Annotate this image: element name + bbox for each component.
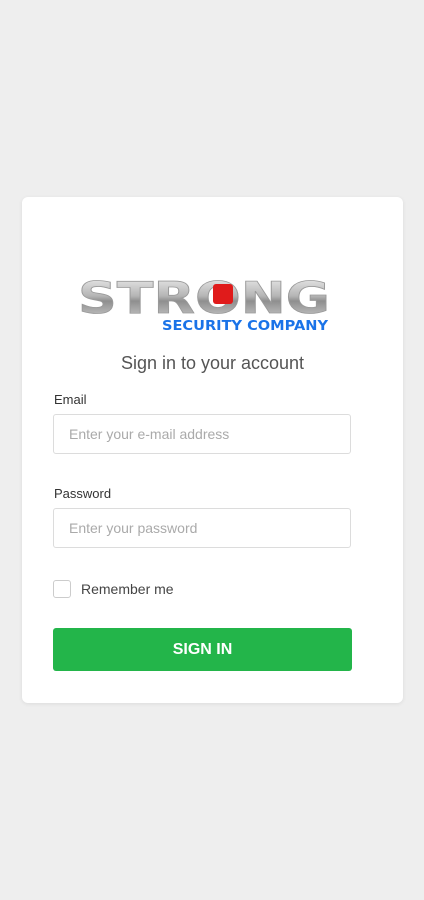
login-card: STRONG SECURITY COMPANY Sign in to your … bbox=[22, 197, 403, 703]
email-label: Email bbox=[54, 392, 87, 407]
signin-heading: Sign in to your account bbox=[120, 353, 305, 373]
password-input[interactable] bbox=[53, 508, 351, 548]
sign-in-button[interactable]: SIGN IN bbox=[53, 628, 352, 671]
remember-me-option[interactable]: Remember me bbox=[53, 580, 174, 598]
password-label: Password bbox=[54, 486, 112, 501]
company-logo: STRONG SECURITY COMPANY bbox=[76, 273, 332, 333]
email-input[interactable] bbox=[53, 414, 351, 454]
remember-me-label: Remember me bbox=[81, 581, 174, 597]
remember-me-checkbox[interactable] bbox=[53, 580, 71, 598]
logo-accent-square bbox=[213, 284, 233, 304]
logo-main-text: STRONG bbox=[78, 273, 330, 324]
logo-sub-text: SECURITY COMPANY bbox=[162, 319, 329, 333]
